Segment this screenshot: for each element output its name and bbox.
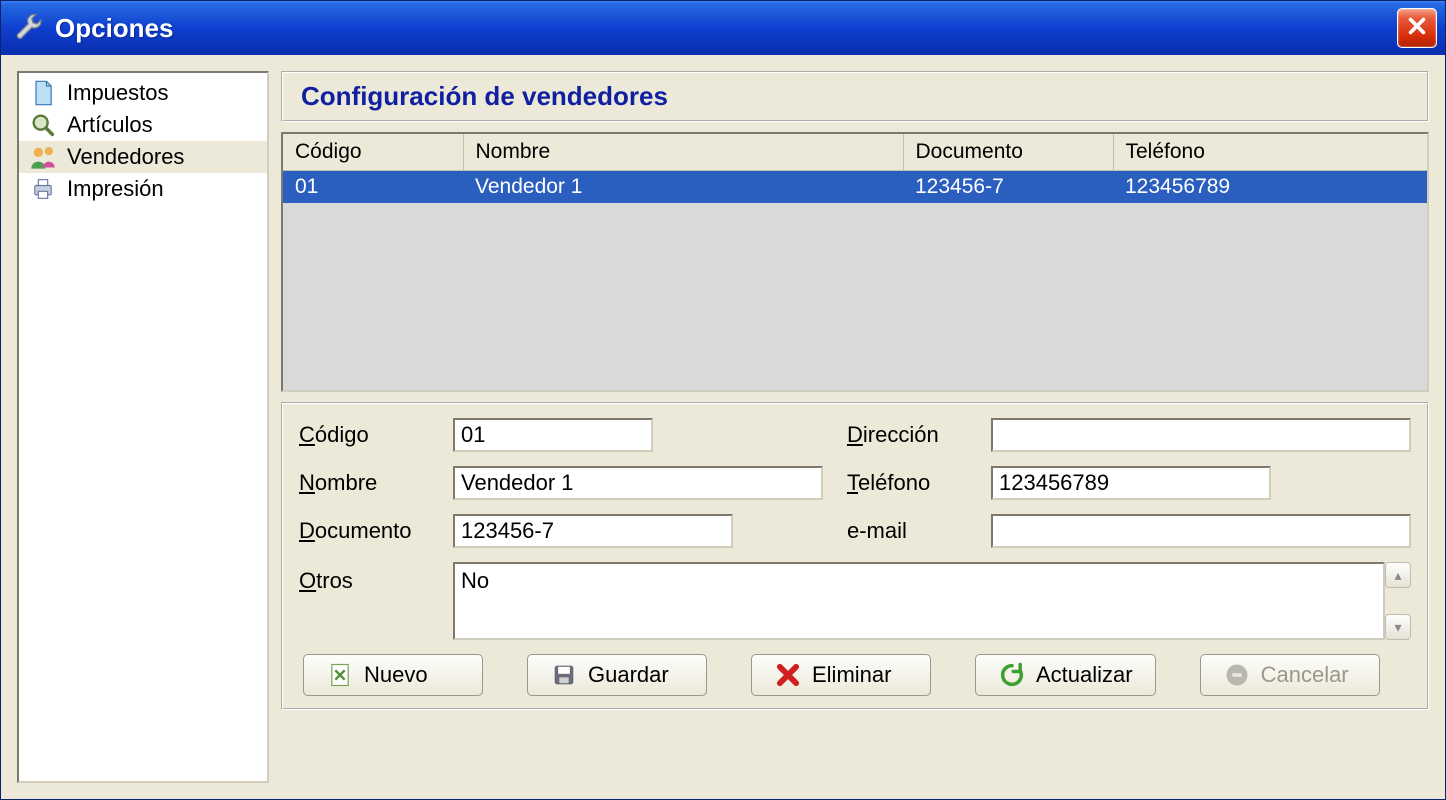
table-row[interactable]: 01 Vendedor 1 123456-7 123456789 — [283, 171, 1427, 204]
cancelar-button: Cancelar — [1200, 654, 1380, 696]
close-button[interactable] — [1397, 8, 1437, 48]
close-icon — [1406, 15, 1428, 42]
nombre-field[interactable] — [453, 466, 823, 500]
label-codigo: Código — [299, 422, 439, 448]
label-otros: Otros — [299, 562, 439, 594]
direccion-field[interactable] — [991, 418, 1411, 452]
textarea-scrollbar: ▴ ▾ — [1385, 562, 1411, 640]
label-telefono: Teléfono — [847, 470, 977, 496]
vendedores-table-panel: Código Nombre Documento Teléfono 01 Vend… — [281, 132, 1429, 392]
vendedores-table: Código Nombre Documento Teléfono 01 Vend… — [283, 134, 1427, 203]
scroll-up-button[interactable]: ▴ — [1385, 562, 1411, 588]
cell-codigo: 01 — [283, 171, 463, 204]
actualizar-button[interactable]: Actualizar — [975, 654, 1156, 696]
window-title: Opciones — [55, 13, 1397, 44]
wrench-icon — [13, 12, 45, 44]
save-icon — [550, 661, 578, 689]
button-label: Guardar — [588, 662, 669, 688]
sidebar-item-articulos[interactable]: Artículos — [19, 109, 267, 141]
cell-documento: 123456-7 — [903, 171, 1113, 204]
cell-nombre: Vendedor 1 — [463, 171, 903, 204]
codigo-field[interactable] — [453, 418, 653, 452]
section-title: Configuración de vendedores — [301, 81, 668, 111]
options-window: Opciones Impuestos Artículos — [0, 0, 1446, 800]
label-documento: Documento — [299, 518, 439, 544]
sidebar-item-vendedores[interactable]: Vendedores — [19, 141, 267, 173]
delete-icon — [774, 661, 802, 689]
people-icon — [29, 143, 57, 171]
table-header-row: Código Nombre Documento Teléfono — [283, 134, 1427, 171]
button-label: Actualizar — [1036, 662, 1133, 688]
label-email: e-mail — [847, 518, 977, 544]
document-icon — [29, 79, 57, 107]
form-panel: Código Dirección Nombre Teléfono Documen… — [281, 402, 1429, 710]
th-telefono[interactable]: Teléfono — [1113, 134, 1427, 171]
telefono-field[interactable] — [991, 466, 1271, 500]
sidebar-item-impuestos[interactable]: Impuestos — [19, 77, 267, 109]
section-header: Configuración de vendedores — [281, 71, 1429, 122]
otros-field[interactable] — [453, 562, 1385, 640]
scroll-down-button[interactable]: ▾ — [1385, 614, 1411, 640]
button-label: Cancelar — [1261, 662, 1349, 688]
search-icon — [29, 111, 57, 139]
cancel-icon — [1223, 661, 1251, 689]
sidebar-item-label: Artículos — [67, 112, 153, 138]
sidebar-item-impresion[interactable]: Impresión — [19, 173, 267, 205]
button-label: Eliminar — [812, 662, 891, 688]
sidebar-item-label: Impresión — [67, 176, 164, 202]
nuevo-button[interactable]: Nuevo — [303, 654, 483, 696]
eliminar-button[interactable]: Eliminar — [751, 654, 931, 696]
th-documento[interactable]: Documento — [903, 134, 1113, 171]
label-nombre: Nombre — [299, 470, 439, 496]
new-icon — [326, 661, 354, 689]
sidebar-item-label: Vendedores — [67, 144, 184, 170]
cell-telefono: 123456789 — [1113, 171, 1427, 204]
th-codigo[interactable]: Código — [283, 134, 463, 171]
content-area: Impuestos Artículos Vendedores Impresión — [1, 55, 1445, 799]
printer-icon — [29, 175, 57, 203]
button-row: Nuevo Guardar Eliminar — [299, 654, 1411, 696]
main-panel: Configuración de vendedores Código Nombr… — [281, 71, 1429, 783]
email-field[interactable] — [991, 514, 1411, 548]
chevron-down-icon: ▾ — [1394, 619, 1401, 636]
refresh-icon — [998, 661, 1026, 689]
documento-field[interactable] — [453, 514, 733, 548]
sidebar: Impuestos Artículos Vendedores Impresión — [17, 71, 269, 783]
sidebar-item-label: Impuestos — [67, 80, 169, 106]
chevron-up-icon: ▴ — [1394, 567, 1401, 584]
guardar-button[interactable]: Guardar — [527, 654, 707, 696]
button-label: Nuevo — [364, 662, 428, 688]
titlebar: Opciones — [1, 1, 1445, 55]
label-direccion: Dirección — [847, 422, 977, 448]
th-nombre[interactable]: Nombre — [463, 134, 903, 171]
